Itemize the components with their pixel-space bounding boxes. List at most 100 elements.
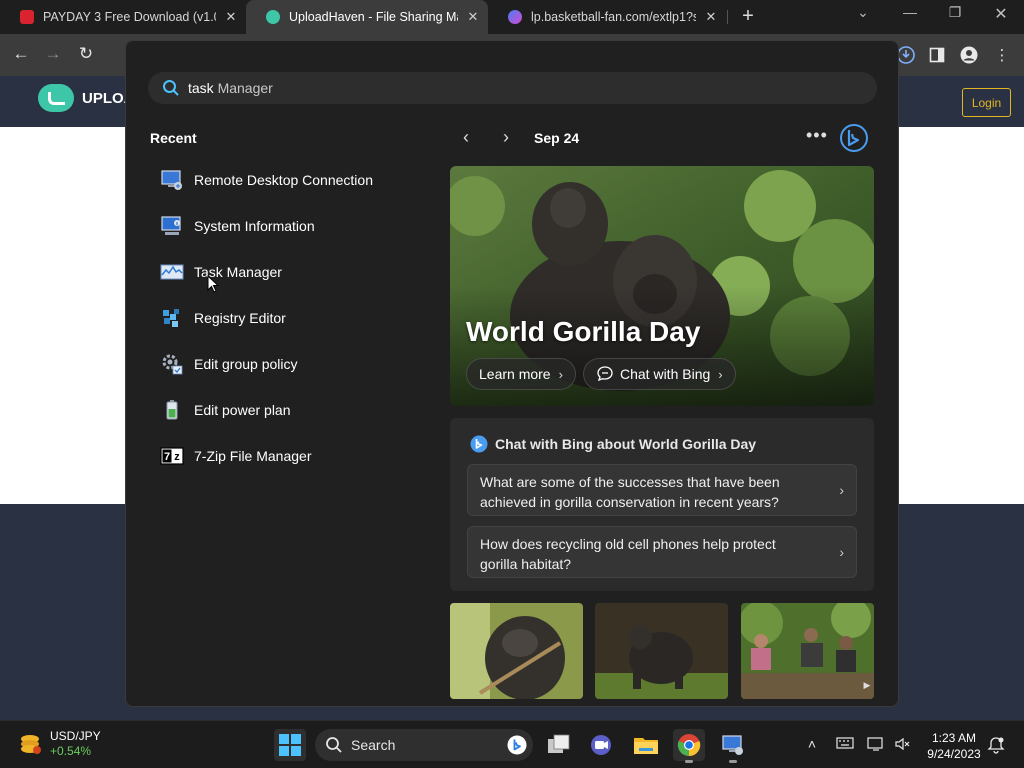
recent-item-label: 7-Zip File Manager xyxy=(194,448,312,464)
task-view-button[interactable] xyxy=(543,729,575,761)
forward-icon: → xyxy=(44,44,62,63)
bing-icon xyxy=(470,435,488,453)
meet-now-icon xyxy=(591,735,611,755)
chat-suggestions-card: Chat with Bing about World Gorilla Day W… xyxy=(450,418,874,591)
close-window-button[interactable]: ✕ xyxy=(986,4,1016,24)
chrome-menu-button[interactable]: ⋮ xyxy=(992,45,1012,65)
close-icon[interactable]: ✕ xyxy=(704,9,718,25)
search-query: task xyxy=(188,80,214,96)
payday-favicon-icon xyxy=(20,10,34,24)
reload-button[interactable]: ↻ xyxy=(75,44,97,64)
recent-item-edit-power-plan[interactable]: Edit power plan xyxy=(150,387,430,433)
recent-item-label: Edit group policy xyxy=(194,356,298,372)
tab-title: lp.basketball-fan.com/extlp1?sel... xyxy=(531,10,696,24)
chevron-right-icon: › xyxy=(839,482,844,498)
file-explorer-icon xyxy=(634,738,658,754)
start-search-panel: task Manager Recent Remote Desktop Conne… xyxy=(125,40,899,707)
chat-with-bing-button[interactable]: Chat with Bing › xyxy=(583,358,736,390)
keyboard-button[interactable] xyxy=(835,736,855,753)
hero-card[interactable]: World Gorilla Day Learn more › Chat with… xyxy=(450,166,874,406)
profile-icon xyxy=(960,46,978,64)
volume-button[interactable] xyxy=(892,736,912,755)
gorilla-researchers-thumbnail[interactable] xyxy=(741,603,874,699)
close-icon[interactable]: ✕ xyxy=(466,9,480,25)
group-policy-icon xyxy=(160,352,184,376)
gorilla-walking-thumbnail[interactable] xyxy=(595,603,728,699)
chrome-button[interactable] xyxy=(673,729,705,763)
stock-text: USD/JPY +0.54% xyxy=(50,729,101,759)
tab-payday3[interactable]: PAYDAY 3 Free Download (v1.0.0... ✕ xyxy=(0,0,246,34)
search-autocomplete: Manager xyxy=(213,80,273,96)
recent-item-7zip[interactable]: 7z 7-Zip File Manager xyxy=(150,433,430,479)
close-icon[interactable]: ✕ xyxy=(224,9,238,25)
clock-date: 9/24/2023 xyxy=(927,747,981,761)
gorilla-hand-thumbnail[interactable] xyxy=(450,603,583,699)
stock-widget[interactable]: USD/JPY +0.54% xyxy=(18,729,101,759)
search-icon xyxy=(163,80,179,96)
login-button[interactable]: Login xyxy=(962,88,1011,117)
chat-with-bing-label: Chat with Bing xyxy=(620,366,711,382)
taskbar: USD/JPY +0.54% Search ˄ 1:23 AM 9/24/202… xyxy=(0,720,1024,768)
more-options-button[interactable]: ••• xyxy=(806,125,828,146)
learn-more-label: Learn more xyxy=(479,366,551,382)
bing-icon[interactable] xyxy=(838,123,870,153)
globe-favicon-icon xyxy=(508,10,522,24)
plus-icon: + xyxy=(742,5,754,27)
recent-item-edit-group-policy[interactable]: Edit group policy xyxy=(150,341,430,387)
site-logo[interactable]: UPLOA xyxy=(38,84,135,112)
download-button[interactable] xyxy=(896,45,916,65)
notification-bell-icon xyxy=(987,737,1005,754)
suggested-question[interactable]: How does recycling old cell phones help … xyxy=(467,526,857,578)
network-button[interactable] xyxy=(866,736,886,755)
chevron-right-icon: ▶ xyxy=(863,679,871,690)
tab-uploadhaven[interactable]: UploadHaven - File Sharing Made... ✕ xyxy=(246,0,488,34)
tab-title: UploadHaven - File Sharing Made... xyxy=(289,10,458,24)
minimize-button[interactable]: — xyxy=(895,4,925,20)
start-button[interactable] xyxy=(274,729,306,761)
new-tab-button[interactable]: + xyxy=(738,5,758,28)
tab-search-button[interactable]: ⌄ xyxy=(848,4,878,21)
next-day-button[interactable]: › xyxy=(496,127,516,148)
recent-list: Remote Desktop Connection System Informa… xyxy=(150,157,430,479)
power-plan-icon xyxy=(160,398,184,422)
back-button[interactable]: ← xyxy=(10,44,32,64)
clock-time: 1:23 AM xyxy=(931,731,977,745)
chevron-left-icon: ‹ xyxy=(463,127,469,147)
close-icon: ✕ xyxy=(994,6,1008,23)
bing-icon xyxy=(507,735,527,755)
tab-basketball-fan[interactable]: lp.basketball-fan.com/extlp1?sel... ✕ xyxy=(488,0,726,34)
recent-item-task-manager[interactable]: Task Manager xyxy=(150,249,430,295)
learn-more-button[interactable]: Learn more › xyxy=(466,358,576,390)
profile-button[interactable] xyxy=(959,45,979,65)
recent-item-remote-desktop[interactable]: Remote Desktop Connection xyxy=(150,157,430,203)
search-input[interactable]: task Manager xyxy=(148,72,877,104)
chevron-right-icon: › xyxy=(718,366,723,382)
notifications-button[interactable] xyxy=(986,736,1006,757)
system-clock[interactable]: 1:23 AM 9/24/2023 xyxy=(922,730,986,762)
show-hidden-icons-button[interactable]: ˄ xyxy=(802,736,822,752)
menu-icon: ⋮ xyxy=(994,47,1010,64)
question-text: What are some of the successes that have… xyxy=(480,474,780,510)
hero-title: World Gorilla Day xyxy=(466,316,701,347)
remote-desktop-taskbar-button[interactable] xyxy=(717,729,749,763)
previous-day-button[interactable]: ‹ xyxy=(456,127,476,148)
taskbar-search-box[interactable]: Search xyxy=(315,729,533,761)
svg-text:z: z xyxy=(174,451,180,463)
meet-now-button[interactable] xyxy=(586,729,618,761)
recent-item-system-information[interactable]: System Information xyxy=(150,203,430,249)
forward-button[interactable]: → xyxy=(42,44,64,64)
side-panel-button[interactable] xyxy=(927,45,947,65)
browser-tab-strip: PAYDAY 3 Free Download (v1.0.0... ✕ Uplo… xyxy=(0,0,1024,34)
seven-zip-icon: 7z xyxy=(160,444,184,468)
recent-item-registry-editor[interactable]: Registry Editor xyxy=(150,295,430,341)
remote-desktop-icon xyxy=(160,168,184,192)
stock-change: +0.54% xyxy=(50,744,92,758)
file-explorer-button[interactable] xyxy=(630,729,662,761)
cloud-logo-icon xyxy=(38,84,74,112)
restore-button[interactable]: ❐ xyxy=(940,4,970,21)
suggested-question[interactable]: What are some of the successes that have… xyxy=(467,464,857,516)
task-view-icon xyxy=(548,734,570,753)
carousel-next-button[interactable]: ▶ xyxy=(860,675,874,695)
tab-title: PAYDAY 3 Free Download (v1.0.0... xyxy=(43,10,216,24)
running-indicator xyxy=(729,760,737,763)
